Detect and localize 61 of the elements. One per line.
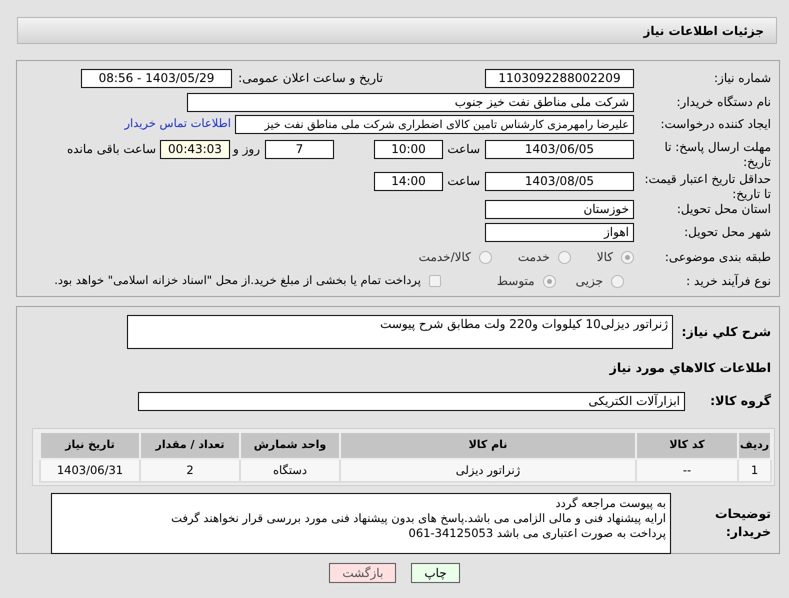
field-label: توضیحات خریدار: [714,504,772,542]
field-label: خدمت [518,249,550,266]
input-field[interactable]: اهواز [485,222,634,242]
input-field[interactable]: 7 [265,140,334,159]
field-label: طبقه بندی موضوعی: [664,249,772,266]
field-label: تاریخ و ساعت اعلان عمومی: [237,70,384,87]
input-field[interactable]: 1403/05/29 - 08:56 [81,68,232,88]
page-title: جزئیات اطلاعات نیاز [643,22,764,40]
back-button[interactable]: بازگشت [329,563,396,583]
field-label: نام دستگاه خریدار: [676,94,772,111]
print-button[interactable]: چاپ [411,563,460,583]
table-cell: دستگاه [240,458,340,482]
field-label: کالا [596,249,613,266]
input-field[interactable]: 1403/08/05 [485,172,634,191]
checkbox[interactable] [428,275,441,287]
field-label: شماره نیاز: [713,70,772,87]
radio-button[interactable] [611,274,624,288]
field-label: کالا/خدمت [418,249,471,266]
field-label: حداقل تاریخ اعتبار قیمت: تا تاریخ: [643,172,772,202]
column-header: نام کالا [340,432,636,459]
field-label: متوسط [496,273,535,290]
radio-button[interactable] [621,250,634,264]
input-field[interactable]: 1403/06/05 [485,140,634,159]
input-field[interactable]: خوزستان [485,200,634,218]
table-cell: 1403/06/31 [40,458,140,482]
input-field[interactable]: ابزارآلات الکتریکی [138,392,685,411]
table-cell: 1 [738,458,771,482]
radio-button[interactable] [478,250,492,264]
field-label: ساعت [446,141,481,158]
table-cell: 2 [140,458,240,482]
field-label: مهلت ارسال پاسخ: تا تاریخ: [663,140,772,170]
field-label: شهر محل تحویل: [683,224,772,241]
field-label: ساعت [446,173,481,190]
input-field[interactable]: 1103092288002209 [485,68,634,88]
remaining-time-field: 00:43:03 [160,140,230,159]
radio-button[interactable] [558,250,571,264]
field-label: گروه کالا: [709,392,772,410]
buyer-contact-link[interactable]: اطلاعات تماس خریدار [124,115,231,133]
field-label: شرح کلي نیاز: [680,323,772,341]
input-field[interactable]: 10:00 [374,140,443,159]
field-label: اطلاعات کالاهاي مورد نیاز [608,359,771,377]
column-header: ردیف [738,432,771,459]
column-header: کد کالا [636,432,738,459]
input-field[interactable]: 14:00 [374,172,443,191]
input-field[interactable]: علیرضا رامهرمزی کارشناس تامین کالای اضطراری شرکت ملی مناطق نفت خیز [235,114,634,134]
column-header: تاریخ نیاز [40,432,140,459]
input-field[interactable]: شرکت ملی مناطق نفت خیز جنوب [187,92,634,112]
table-cell: -- [636,458,738,482]
description-textarea[interactable]: ژنراتور دیزلی10 کیلووات و220 ولت مطابق شرح پیوست [127,315,673,349]
field-label: جزیی [576,273,603,290]
column-header: تعداد / مقدار [140,432,240,459]
field-label: ایجاد کننده درخواست: [659,116,772,133]
field-label: استان محل تحویل: [676,201,772,218]
table-cell: ژنراتور دیزلی [340,458,636,482]
buyer-notes-textarea[interactable]: به پیوست مراجعه گردد ارایه پیشنهاد فنی و مالی الزامی می باشد.پاسخ های بدون پیشنهاد فنی مورد بررسی قرار نخواهند گرفت پرداخت به صورت اعتباری می باشد 34125053-061 [51,492,671,554]
field-label: نوع فرآیند خرید : [685,273,772,290]
field-label: روز و [232,141,261,158]
field-label: پرداخت تمام یا بخشی از مبلغ خرید.از محل "اسناد خزانه اسلامی" خواهد بود. [54,272,421,290]
radio-button[interactable] [542,274,556,288]
field-label: ساعت باقی مانده [66,141,157,158]
column-header: واحد شمارش [240,432,340,459]
